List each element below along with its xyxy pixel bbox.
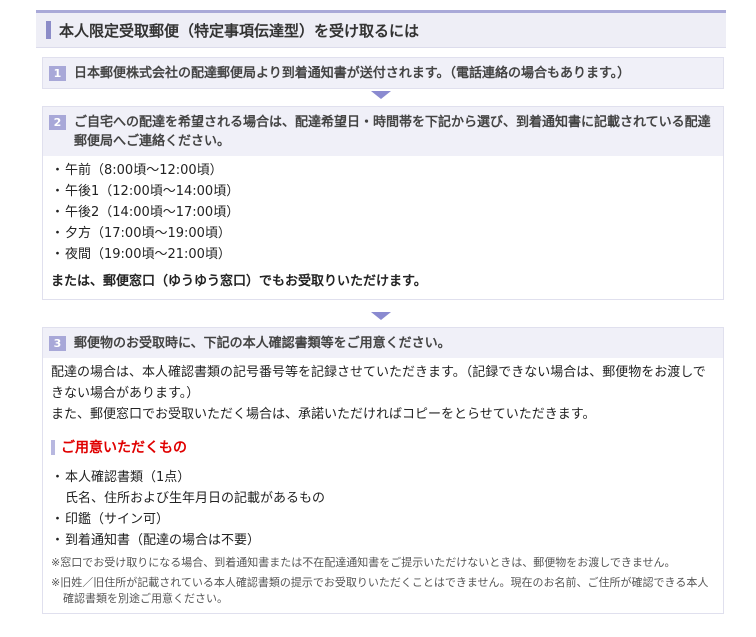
title-marker [46, 21, 51, 39]
time-slot-item: ・午後1（12:00頃〜14:00頃） [51, 184, 240, 199]
step-3-body: 配達の場合は、本人確認書類の記号番号等を記録させていただきます。（記録できない場… [43, 358, 723, 613]
time-slot-item: ・夜間（19:00頃〜21:00頃） [51, 247, 231, 262]
caution-note: ※旧姓／旧住所が記載されている本人確認書類の提示でお受取りいただくことはできませ… [51, 576, 709, 605]
step-3-title: 郵便物のお受取時に、下記の本人確認書類等をご用意ください。 [74, 336, 451, 351]
content: 本人限定受取郵便（特定事項伝達型）を受け取るには [36, 10, 726, 48]
section-title-bar: 本人限定受取郵便（特定事項伝達型）を受け取るには [36, 10, 726, 48]
step-1-header: 1 日本郵便株式会社の配達郵便局より到着通知書が送付されます。（電話連絡の場合も… [43, 58, 723, 88]
caution-note: ※窓口でお受け取りになる場合、到着通知書または不在配達通知書をご提示いただけない… [51, 556, 676, 569]
step-2-header: 2 ご自宅への配達を希望される場合は、配達希望日・時間帯を下記から選び、到着通知… [43, 107, 723, 156]
step-2: 2 ご自宅への配達を希望される場合は、配達希望日・時間帯を下記から選び、到着通知… [42, 106, 724, 300]
required-items-title: ご用意いただくもの [61, 440, 187, 456]
step-1-number-badge: 1 [49, 66, 66, 81]
step-1: 1 日本郵便株式会社の配達郵便局より到着通知書が送付されます。（電話連絡の場合も… [42, 57, 724, 89]
required-item: ・印鑑（サイン可） [51, 512, 170, 527]
required-item: ・到着通知書（配達の場合は不要） [51, 533, 261, 548]
required-item-detail: 氏名、住所および生年月日の記載があるもの [65, 491, 326, 506]
time-slot-item: ・夕方（17:00頃〜19:00頃） [51, 226, 231, 241]
step-2-title: ご自宅への配達を希望される場合は、配達希望日・時間帯を下記から選び、到着通知書に… [74, 115, 711, 149]
step-3: 3 郵便物のお受取時に、下記の本人確認書類等をご用意ください。 配達の場合は、本… [42, 327, 724, 614]
delivery-record-paragraph: 配達の場合は、本人確認書類の記号番号等を記録させていただきます。（記録できない場… [51, 365, 706, 401]
step-3-number-badge: 3 [49, 336, 66, 351]
counter-copy-paragraph: また、郵便窓口でお受取いただく場合は、承諾いただければコピーをとらせていただきま… [51, 407, 596, 422]
time-slot-item: ・午後2（14:00頃〜17:00頃） [51, 205, 240, 220]
step-2-number-badge: 2 [49, 115, 66, 130]
page-title: 本人限定受取郵便（特定事項伝達型）を受け取るには [59, 21, 420, 40]
required-items-heading: ご用意いただくもの [51, 437, 715, 457]
step-2-body: ・午前（8:00頃〜12:00頃） ・午後1（12:00頃〜14:00頃） ・午… [43, 156, 723, 299]
time-slot-item: ・午前（8:00頃〜12:00頃） [51, 163, 223, 178]
step-1-title: 日本郵便株式会社の配達郵便局より到着通知書が送付されます。（電話連絡の場合もあり… [74, 66, 631, 81]
subheading-marker [51, 439, 55, 455]
down-arrow-icon [371, 312, 391, 320]
counter-pickup-note: または、郵便窓口（ゆうゆう窓口）でもお受取りいただけます。 [51, 274, 427, 289]
required-item: ・本人確認書類（1点） [51, 470, 191, 485]
down-arrow-icon [371, 91, 391, 99]
step-3-header: 3 郵便物のお受取時に、下記の本人確認書類等をご用意ください。 [43, 328, 723, 358]
